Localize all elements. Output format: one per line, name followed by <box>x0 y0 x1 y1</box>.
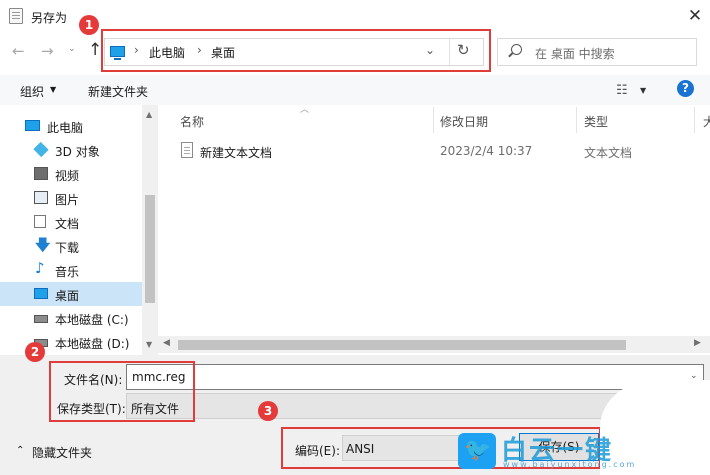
download-icon: 🡇 <box>35 236 51 254</box>
annotation-box-filename <box>49 361 195 422</box>
scroll-right-icon[interactable]: ▶ <box>694 338 701 348</box>
column-header-date[interactable]: 修改日期 <box>440 113 488 130</box>
help-icon[interactable]: ? <box>677 80 694 97</box>
triangle-down-icon[interactable]: ▼ <box>50 85 56 94</box>
sidebar-item-3d-objects[interactable]: 3D 对象 <box>0 138 142 162</box>
view-options-icon[interactable]: ☷ <box>616 83 628 98</box>
annotation-marker-3: 3 <box>258 401 278 421</box>
sidebar-item-label: 本地磁盘 (D:) <box>55 337 130 351</box>
file-type: 文本文档 <box>584 146 633 160</box>
recent-locations-icon[interactable]: ⌄ <box>68 44 76 54</box>
new-folder-button[interactable]: 新建文件夹 <box>88 83 148 100</box>
sidebar-item-label: 下载 <box>55 241 80 255</box>
hide-folders-button[interactable]: 隐藏文件夹 <box>32 444 92 461</box>
scrollbar-thumb[interactable] <box>145 195 155 303</box>
sidebar-item-label: 3D 对象 <box>55 145 100 159</box>
scroll-up-icon[interactable]: ▲ <box>146 110 152 119</box>
scroll-down-icon[interactable]: ▼ <box>146 340 152 349</box>
notepad-icon <box>9 8 23 24</box>
scrollbar-thumb[interactable] <box>178 340 626 350</box>
sidebar-item-label: 桌面 <box>55 289 80 303</box>
window-title: 另存为 <box>31 11 68 25</box>
sidebar-item-label: 音乐 <box>55 265 80 279</box>
cube-3d-icon <box>33 141 49 158</box>
column-separator[interactable] <box>433 107 434 133</box>
picture-icon <box>34 191 48 204</box>
sidebar-item-label: 图片 <box>55 193 80 207</box>
sidebar-item-label: 本地磁盘 (C:) <box>55 313 129 327</box>
file-date: 2023/2/4 10:37 <box>440 144 533 158</box>
sidebar-item-desktop[interactable]: 桌面 <box>0 282 142 306</box>
filename-input[interactable] <box>126 364 704 390</box>
text-file-icon <box>181 142 193 158</box>
organize-button[interactable]: 组织 <box>20 83 44 100</box>
sidebar-item-documents[interactable]: 文档 <box>0 210 142 234</box>
annotation-marker-1: 1 <box>79 15 99 35</box>
back-button[interactable]: ← <box>12 42 25 60</box>
column-header-size[interactable]: 大 <box>703 113 710 130</box>
close-button[interactable]: ✕ <box>682 4 708 28</box>
sidebar-item-videos[interactable]: 视频 <box>0 162 142 186</box>
document-icon <box>34 215 46 228</box>
sidebar-item-label: 此电脑 <box>47 121 84 135</box>
watermark-url: www.baiyunxitong.com <box>503 460 637 469</box>
sidebar-item-disk-d[interactable]: 本地磁盘 (D:) <box>0 330 142 352</box>
sidebar-item-pictures[interactable]: 图片 <box>0 186 142 210</box>
sort-ascending-icon: ︿ <box>300 105 310 115</box>
search-placeholder: 在 桌面 中搜索 <box>535 47 615 61</box>
computer-icon <box>25 120 40 131</box>
annotation-marker-2: 2 <box>25 342 45 362</box>
music-icon: ♪ <box>35 259 45 277</box>
annotation-box-address <box>101 29 491 72</box>
sidebar-item-music[interactable]: ♪ 音乐 <box>0 258 142 282</box>
search-icon <box>511 44 522 55</box>
sidebar-item-label: 视频 <box>55 169 80 183</box>
bird-icon: 🐦 <box>464 438 492 463</box>
column-separator[interactable] <box>694 107 695 133</box>
sidebar-item-this-pc[interactable]: 此电脑 <box>0 114 142 138</box>
sidebar-item-disk-c[interactable]: 本地磁盘 (C:) <box>0 306 142 330</box>
chevron-up-icon[interactable]: ⌃ <box>16 445 24 456</box>
desktop-icon <box>34 288 48 299</box>
triangle-down-icon[interactable]: ▼ <box>640 86 646 95</box>
video-icon <box>34 167 48 180</box>
scroll-left-icon[interactable]: ◀ <box>163 338 170 348</box>
column-header-row <box>162 105 710 135</box>
sidebar-item-label: 文档 <box>55 217 80 231</box>
column-separator[interactable] <box>576 107 577 133</box>
column-header-type[interactable]: 类型 <box>584 113 608 130</box>
forward-button[interactable]: → <box>41 42 54 60</box>
column-header-name[interactable]: 名称 <box>180 113 204 130</box>
sidebar-item-downloads[interactable]: 🡇 下载 <box>0 234 142 258</box>
disk-icon <box>34 315 48 323</box>
file-name[interactable]: 新建文本文档 <box>200 144 272 161</box>
